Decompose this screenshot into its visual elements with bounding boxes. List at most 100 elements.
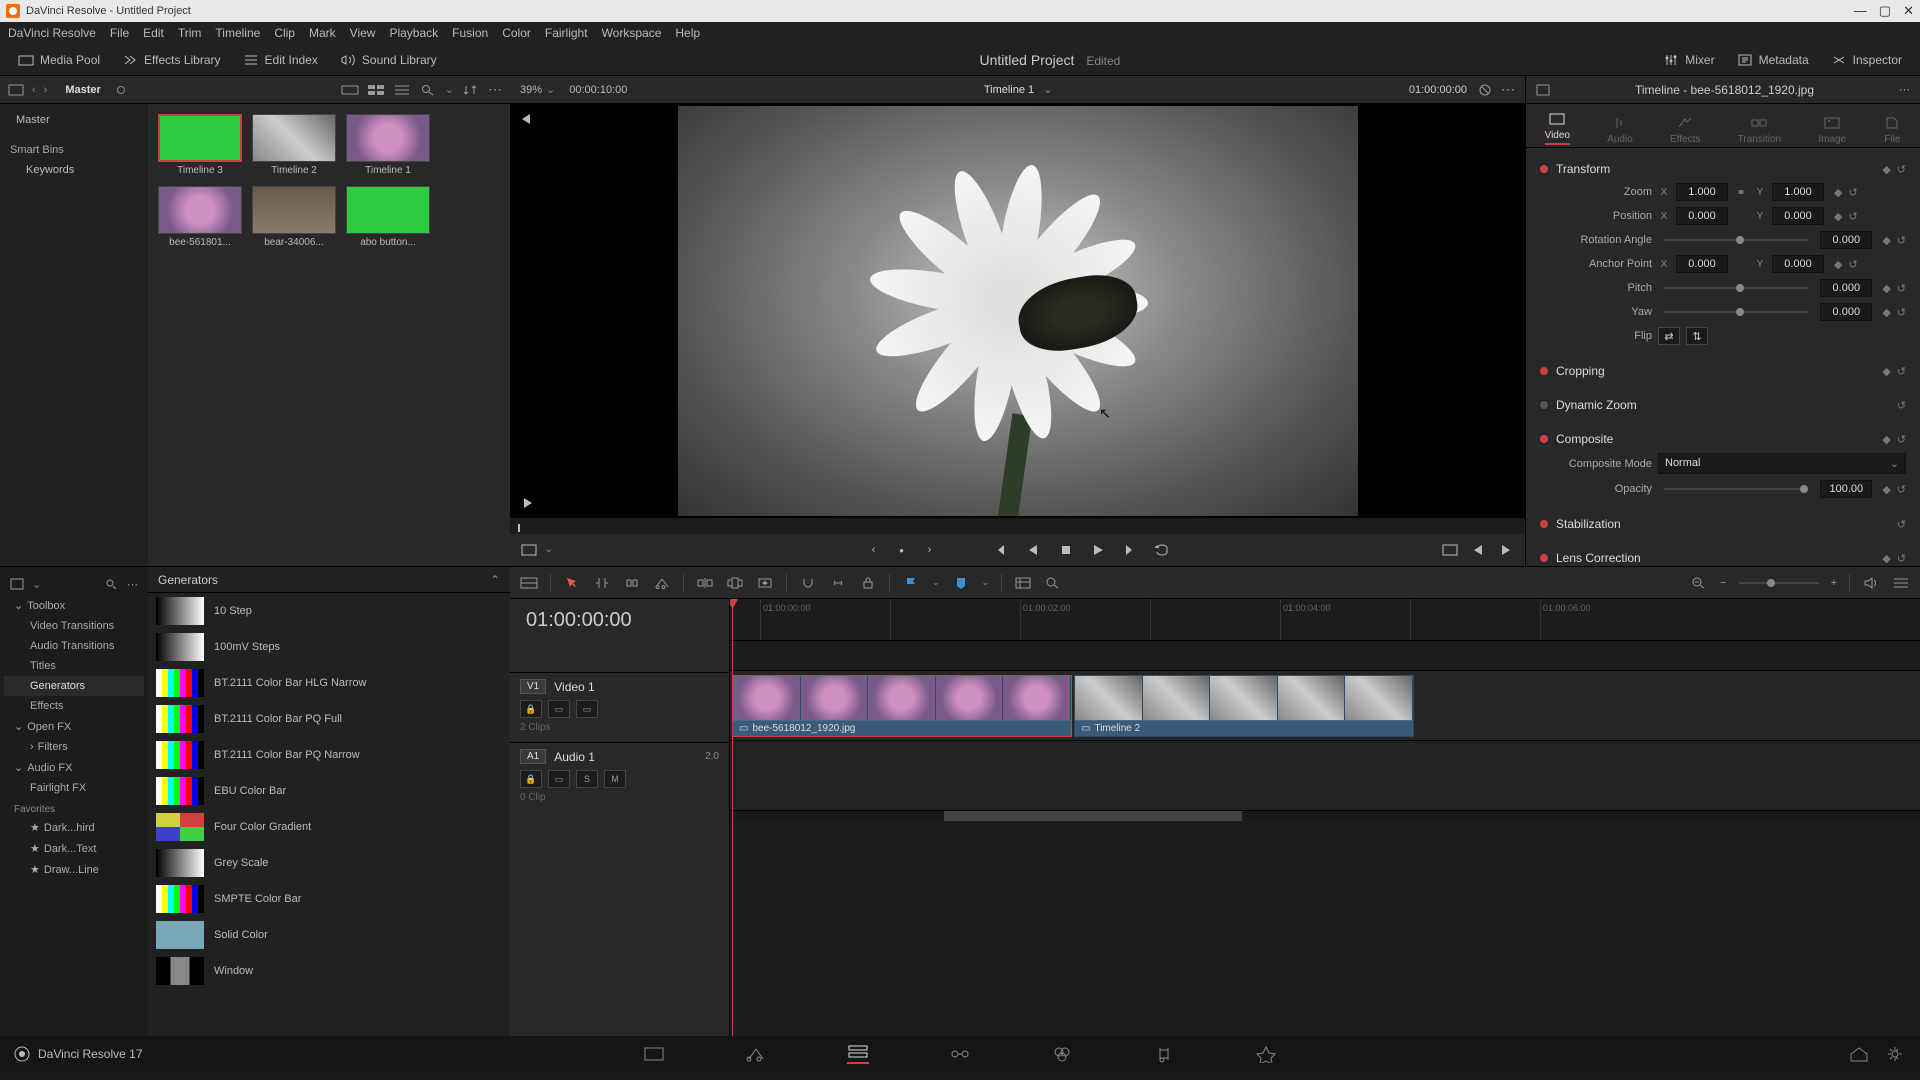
panel-icon[interactable]	[10, 578, 24, 590]
jump-end-icon[interactable]	[518, 496, 536, 510]
rotation-slider[interactable]	[1664, 239, 1808, 241]
viewer-mode-icon[interactable]	[520, 542, 538, 558]
pitch-slider[interactable]	[1664, 287, 1808, 289]
viewer-timecode[interactable]: 01:00:00:00	[1409, 84, 1467, 96]
generator-item[interactable]: EBU Color Bar	[148, 773, 510, 809]
yaw-field[interactable]	[1820, 303, 1872, 321]
zoom-out-icon[interactable]	[1690, 575, 1708, 591]
blade-tool-icon[interactable]	[653, 575, 671, 591]
chevron-icon[interactable]: ⌄	[32, 578, 41, 591]
current-edit-icon[interactable]: ●	[893, 542, 911, 558]
cat-effects[interactable]: Effects	[4, 696, 144, 716]
bypass-icon[interactable]	[1477, 83, 1493, 97]
tab-effects[interactable]: Effects	[1670, 115, 1700, 145]
menu-color[interactable]: Color	[502, 26, 531, 40]
v1-badge[interactable]: V1	[520, 679, 546, 694]
generator-item[interactable]: 10 Step	[148, 593, 510, 629]
fx-list-header[interactable]: Generators ⌃	[148, 567, 510, 593]
timeline-ruler[interactable]: 01:00:00:0001:00:02:0001:00:04:0001:00:0…	[730, 599, 1920, 641]
view-list-icon[interactable]	[393, 82, 411, 98]
close-button[interactable]: ✕	[1903, 3, 1914, 19]
cut-page-button[interactable]	[745, 1044, 767, 1064]
timeline-options-icon[interactable]	[1892, 575, 1910, 591]
timeline-clip[interactable]: ▭Timeline 2	[1074, 675, 1414, 737]
lock-icon[interactable]	[859, 575, 877, 591]
cat-filters[interactable]: › Filters	[4, 737, 144, 757]
generator-item[interactable]: SMPTE Color Bar	[148, 881, 510, 917]
chevron-left-icon[interactable]: ‹	[32, 84, 36, 96]
view-filmstrip-icon[interactable]	[341, 82, 359, 98]
sound-library-button[interactable]: Sound Library	[334, 50, 443, 70]
generator-item[interactable]: 100mV Steps	[148, 629, 510, 665]
inspector-button[interactable]: Inspector	[1825, 50, 1908, 70]
section-lens-correction[interactable]: Lens Correction ◆↺	[1540, 547, 1906, 566]
expand-icon[interactable]	[1536, 84, 1550, 96]
minus-icon[interactable]: −	[1720, 577, 1726, 589]
zoom-to-fit-icon[interactable]	[1044, 575, 1062, 591]
viewer-zoom[interactable]: 39%	[520, 84, 542, 96]
dynamic-trim-icon[interactable]	[623, 575, 641, 591]
flip-v-button[interactable]: ⇅	[1686, 327, 1708, 345]
menu-trim[interactable]: Trim	[178, 26, 202, 40]
plus-icon[interactable]: +	[1831, 577, 1837, 589]
bin-color-dot[interactable]	[117, 86, 125, 94]
menu-file[interactable]: File	[110, 26, 129, 40]
clip-item[interactable]: abo button...	[346, 186, 430, 248]
effects-library-button[interactable]: Effects Library	[116, 50, 226, 70]
keyframe-icon[interactable]: ◆	[1882, 163, 1890, 176]
search-icon[interactable]	[105, 578, 119, 590]
menu-davinci[interactable]: DaVinci Resolve	[8, 26, 96, 40]
next-edit-icon[interactable]: ›	[921, 542, 939, 558]
generator-item[interactable]: Grey Scale	[148, 845, 510, 881]
media-pool-button[interactable]: Media Pool	[12, 50, 106, 70]
generator-item[interactable]: Window	[148, 953, 510, 989]
color-page-button[interactable]	[1051, 1044, 1073, 1064]
section-dynamic-zoom[interactable]: Dynamic Zoom ↺	[1540, 394, 1906, 416]
tab-image[interactable]: Image	[1818, 115, 1846, 145]
sort-icon[interactable]	[462, 82, 480, 98]
home-icon[interactable]	[1848, 1044, 1870, 1064]
viewer-mode-chevron[interactable]: ⌄	[544, 542, 553, 558]
cat-fairlightfx[interactable]: Fairlight FX	[4, 778, 144, 798]
chevron-right-icon[interactable]: ›	[44, 84, 48, 96]
panel-menu-icon[interactable]	[8, 84, 24, 96]
generator-item[interactable]: BT.2111 Color Bar PQ Full	[148, 701, 510, 737]
goto-in-icon[interactable]	[1469, 542, 1487, 558]
view-grid-icon[interactable]	[367, 82, 385, 98]
index-icon[interactable]	[1014, 575, 1032, 591]
anchor-y-field[interactable]	[1772, 255, 1824, 273]
inspector-more-icon[interactable]: ⋯	[1899, 83, 1910, 96]
timeline-tracks[interactable]: 01:00:00:0001:00:02:0001:00:04:0001:00:0…	[730, 599, 1920, 1036]
audio-icon[interactable]	[1862, 575, 1880, 591]
a1-badge[interactable]: A1	[520, 749, 546, 764]
pos-x-field[interactable]	[1676, 207, 1728, 225]
reset-icon[interactable]: ↺	[1848, 186, 1857, 199]
section-stabilization[interactable]: Stabilization ↺	[1540, 513, 1906, 535]
section-transform[interactable]: Transform ◆↺	[1540, 158, 1906, 180]
zoom-x-field[interactable]	[1676, 183, 1728, 201]
prev-edit-icon[interactable]: ‹	[865, 542, 883, 558]
rotation-field[interactable]	[1820, 231, 1872, 249]
menu-playback[interactable]: Playback	[389, 26, 438, 40]
search-icon[interactable]	[419, 82, 437, 98]
fav-1[interactable]: ★ Dark...hird	[4, 817, 144, 838]
menu-edit[interactable]: Edit	[143, 26, 164, 40]
menu-workspace[interactable]: Workspace	[602, 26, 662, 40]
zoom-y-field[interactable]	[1772, 183, 1824, 201]
zoom-slider[interactable]	[1739, 582, 1819, 584]
link-icon[interactable]	[829, 575, 847, 591]
goto-out-icon[interactable]	[1497, 542, 1515, 558]
generator-item[interactable]: Solid Color	[148, 917, 510, 953]
kf-icon[interactable]: ◆	[1834, 186, 1842, 199]
replace-icon[interactable]	[756, 575, 774, 591]
timeline-chevron-icon[interactable]: ⌄	[1043, 84, 1052, 96]
cat-video-transitions[interactable]: Video Transitions	[4, 616, 144, 636]
tab-audio[interactable]: Audio	[1607, 115, 1633, 145]
composite-mode-select[interactable]: Normal⌄	[1658, 453, 1906, 474]
settings-icon[interactable]	[1884, 1044, 1906, 1064]
fav-2[interactable]: ★ Dark...Text	[4, 838, 144, 859]
tab-video[interactable]: Video	[1545, 111, 1570, 145]
flag-chevron[interactable]: ⌄	[932, 577, 940, 588]
timeline-view-icon[interactable]	[520, 575, 538, 591]
enable-dot[interactable]	[1540, 165, 1548, 173]
